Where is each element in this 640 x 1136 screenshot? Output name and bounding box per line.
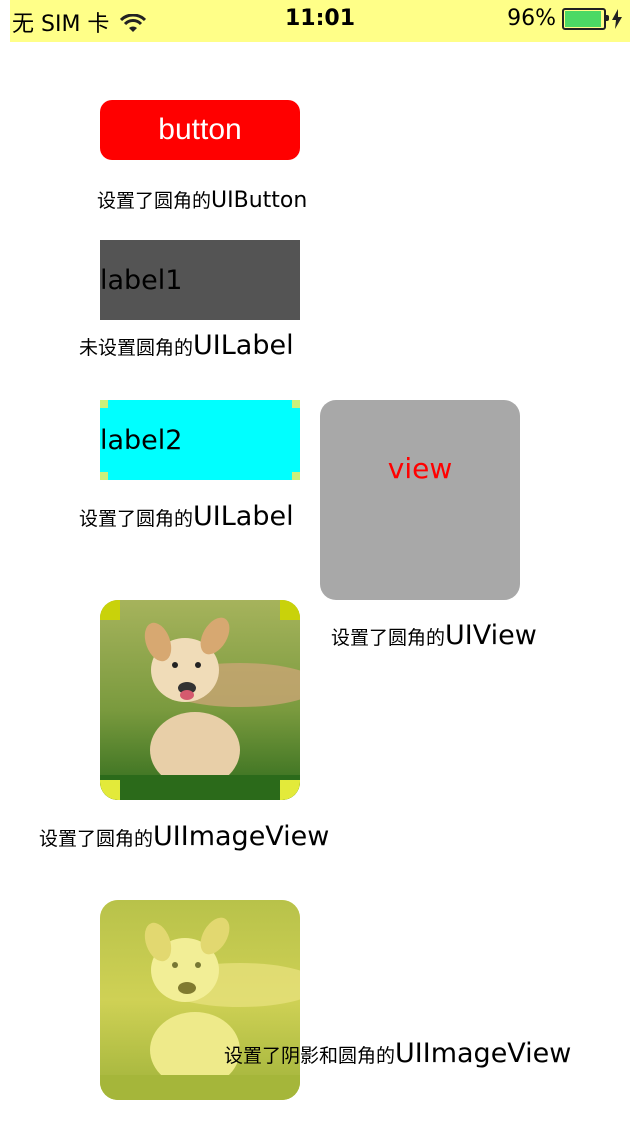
caption-shadow-uiimageview: 设置了阴影和圆角的UIImageView [224, 1038, 571, 1069]
battery-percent: 96% [507, 6, 556, 31]
shadow-rounded-image-view [100, 900, 300, 1100]
caption-uiimageview: 设置了圆角的UIImageView [39, 821, 329, 852]
caption-en: UIImageView [153, 821, 330, 852]
battery-icon [562, 7, 609, 30]
caption-en: UIView [445, 620, 537, 651]
label2-text: label2 [100, 424, 183, 456]
caption-en: UILabel [193, 330, 294, 361]
corner-mark [100, 780, 120, 800]
charging-bolt-icon [612, 8, 622, 29]
label1: label1 [100, 240, 300, 320]
corner-mark [280, 780, 300, 800]
corner-mark [292, 472, 300, 480]
corner-mark [100, 472, 108, 480]
round-button[interactable]: button [100, 100, 300, 160]
status-bar: 无 SIM 卡 11:01 96% [10, 0, 630, 42]
caption-zh: 设置了圆角的 [39, 828, 154, 850]
caption-en: UIButton [211, 188, 308, 213]
corner-mark [100, 400, 108, 408]
caption-uilabel-rounded: 设置了圆角的UILabel [79, 501, 294, 532]
status-right: 96% [507, 6, 622, 31]
corner-mark [100, 600, 120, 620]
caption-en: UILabel [193, 501, 294, 532]
caption-zh: 未设置圆角的 [79, 337, 194, 359]
caption-zh: 设置了阴影和圆角的 [224, 1045, 396, 1067]
corner-mark [280, 600, 300, 620]
corner-mark [292, 400, 300, 408]
rounded-view: view [320, 400, 520, 600]
puppy-photo-tinted [100, 900, 300, 1100]
view-label: view [387, 452, 453, 485]
caption-en: UIImageView [395, 1038, 572, 1069]
caption-zh: 设置了圆角的 [97, 190, 212, 212]
puppy-photo [100, 600, 300, 800]
label2: label2 [100, 400, 300, 480]
label1-text: label1 [100, 264, 183, 296]
caption-zh: 设置了圆角的 [331, 627, 446, 649]
caption-zh: 设置了圆角的 [79, 508, 194, 530]
caption-uiview: 设置了圆角的UIView [331, 620, 537, 651]
rounded-image-view [100, 600, 300, 800]
caption-uibutton: 设置了圆角的UIButton [97, 186, 307, 213]
caption-uilabel-unrounded: 未设置圆角的UILabel [79, 330, 294, 361]
